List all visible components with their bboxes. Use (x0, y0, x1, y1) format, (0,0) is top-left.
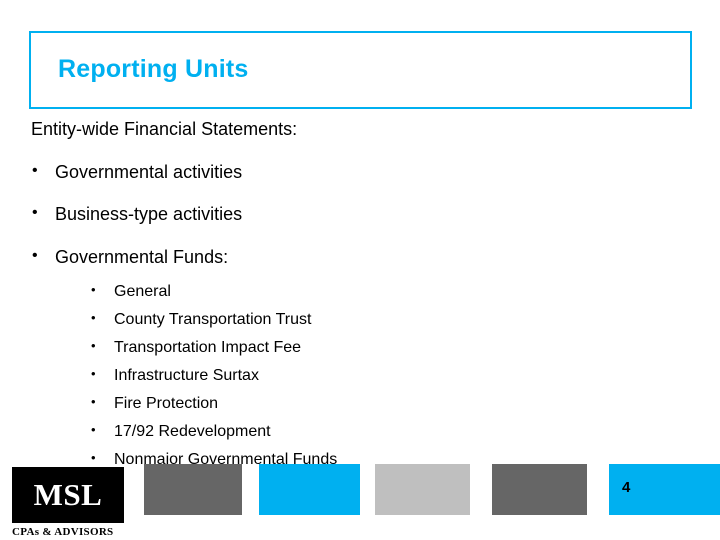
list-item: • Business-type activities (32, 203, 689, 226)
sub-list-item: • 17/92 Redevelopment (91, 420, 689, 444)
sub-list-item: • Transportation Impact Fee (91, 336, 689, 360)
bullet-marker-icon: • (91, 422, 96, 437)
sub-list-item-label: General (114, 283, 171, 300)
bullet-marker-icon: • (91, 366, 96, 381)
sub-list: • General • County Transportation Trust … (91, 280, 689, 472)
bullet-marker-icon: • (32, 246, 38, 264)
list-item-label: Governmental activities (55, 161, 243, 182)
list-item-label: Governmental Funds: (55, 246, 229, 267)
lead-line: Entity-wide Financial Statements: (31, 119, 298, 139)
sub-list-item: • Infrastructure Surtax (91, 364, 689, 388)
logo-mark: MSL (12, 467, 124, 523)
list-item: • Governmental activities (32, 161, 689, 184)
bullet-marker-icon: • (91, 394, 96, 409)
footer-block-light-gray (375, 464, 470, 515)
list-item: • Governmental Funds: (32, 246, 689, 269)
sub-list-item-label: Infrastructure Surtax (114, 367, 259, 384)
bullet-marker-icon: • (32, 204, 38, 221)
logo-mark-text: MSL (33, 477, 103, 512)
sub-list-item-label: County Transportation Trust (114, 311, 312, 328)
page-title: Reporting Units (58, 55, 249, 83)
sub-list-item: • County Transportation Trust (91, 308, 689, 332)
page-number: 4 (622, 479, 631, 496)
slide-body: Entity-wide Financial Statements: • Gove… (29, 112, 689, 472)
list-item-label: Business-type activities (55, 204, 243, 224)
bullet-marker-icon: • (91, 338, 96, 353)
bullet-marker-icon: • (91, 282, 96, 297)
sub-list-item-label: Transportation Impact Fee (114, 339, 302, 356)
sub-list-item-label: Fire Protection (114, 395, 219, 412)
bullet-marker-icon: • (32, 161, 38, 179)
sub-list-item: • Fire Protection (91, 392, 689, 416)
sub-list-item-label: 17/92 Redevelopment (114, 423, 271, 440)
bullet-marker-icon: • (91, 310, 96, 325)
footer-block-gray-2 (492, 464, 587, 515)
sub-list-item: • General (91, 280, 689, 304)
msl-logo: MSL CPAs & ADVISORS (12, 467, 130, 538)
title-box: Reporting Units (29, 31, 692, 109)
footer-block-accent-1 (259, 464, 360, 515)
logo-tagline: CPAs & ADVISORS (12, 526, 114, 538)
slide-canvas: Reporting Units Entity-wide Financial St… (0, 0, 720, 540)
footer-block-gray-1 (144, 464, 242, 515)
